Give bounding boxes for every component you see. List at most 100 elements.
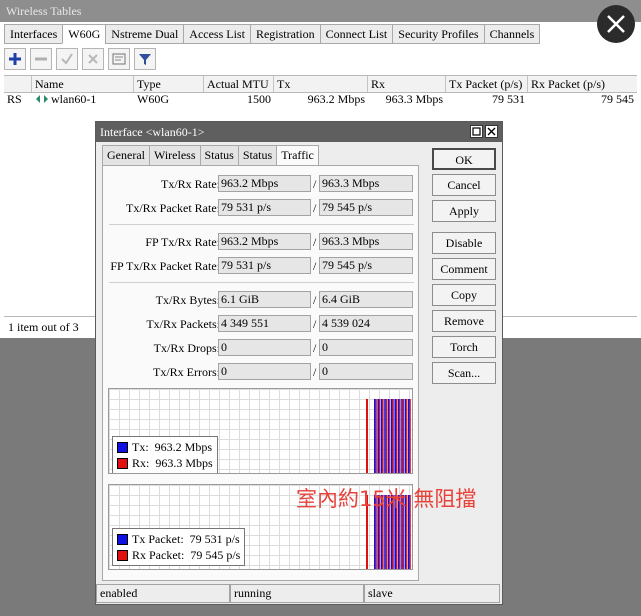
traffic-bar [394, 399, 396, 473]
field-txrx-bytes: Tx/Rx Bytes: 6.1 GiB / 6.4 GiB [103, 291, 420, 309]
tx-value: 4 349 551 [218, 315, 311, 332]
field-fp-txrx-rate: FP Tx/Rx Rate: 963.2 Mbps / 963.3 Mbps [103, 233, 420, 251]
filter-button[interactable] [134, 48, 156, 70]
tab-channels[interactable]: Channels [483, 24, 541, 44]
rx-value: 6.4 GiB [319, 291, 413, 308]
dialog-tab-general[interactable]: General [102, 145, 150, 166]
traffic-bar [397, 399, 400, 473]
copy-button[interactable]: Copy [432, 284, 496, 306]
row-flags: RS [7, 92, 22, 106]
col-name[interactable]: Name [32, 76, 134, 92]
maximize-icon [472, 127, 481, 136]
tx-value: 963.2 Mbps [218, 233, 311, 250]
add-icon [9, 53, 21, 65]
caption-overlay: 室內約15米 無阻擋 [296, 487, 477, 511]
apply-button[interactable]: Apply [432, 200, 496, 222]
tab-security-profiles[interactable]: Security Profiles [392, 24, 485, 44]
dialog-tab-status-2[interactable]: Status [237, 145, 278, 166]
close-overlay-button[interactable] [597, 5, 635, 43]
traffic-bar [374, 399, 376, 473]
tx-value: 0 [218, 363, 311, 380]
dialog-title-bar: Interface <wlan60-1> [96, 122, 502, 142]
tab-nstreme-dual[interactable]: Nstreme Dual [105, 24, 185, 44]
traffic-bar [396, 399, 398, 473]
dialog-close-button[interactable] [485, 125, 498, 138]
traffic-bar [391, 399, 393, 473]
col-mtu[interactable]: Actual MTU [204, 76, 274, 92]
rate-graph-bars [366, 399, 411, 473]
traffic-bar [402, 399, 404, 473]
field-label: Tx/Rx Errors: [153, 365, 220, 379]
col-rx-packet[interactable]: Rx Packet (p/s) [528, 76, 637, 92]
traffic-bar [401, 399, 403, 473]
traffic-bar [379, 399, 381, 473]
toolbar [4, 48, 156, 72]
maximize-button[interactable] [470, 125, 483, 138]
disable-button[interactable]: Disable [432, 232, 496, 254]
tx-value: 79 531 p/s [218, 257, 311, 274]
col-type[interactable]: Type [134, 76, 204, 92]
tab-access-list[interactable]: Access List [183, 24, 251, 44]
interface-icon [36, 95, 48, 103]
row-name-cell: wlan60-1 [32, 91, 134, 107]
add-button[interactable] [4, 48, 26, 70]
scan-button[interactable]: Scan... [432, 362, 496, 384]
traffic-bar [387, 399, 390, 473]
remove-button[interactable]: Remove [432, 310, 496, 332]
col-rx[interactable]: Rx [368, 76, 446, 92]
disable-icon [88, 54, 98, 64]
traffic-bar [384, 399, 386, 473]
field-txrx-packet-rate: Tx/Rx Packet Rate: 79 531 p/s / 79 545 p… [103, 199, 420, 217]
row-tx-packet: 79 531 [492, 92, 525, 106]
row-rx: 963.3 Mbps [385, 92, 443, 106]
ok-button[interactable]: OK [432, 148, 496, 170]
rx-value: 0 [319, 339, 413, 356]
field-label: FP Tx/Rx Rate: [145, 235, 220, 249]
traffic-bar [392, 399, 394, 473]
tab-registration[interactable]: Registration [249, 24, 321, 44]
traffic-bar [366, 399, 368, 473]
col-tx[interactable]: Tx [274, 76, 368, 92]
remove-button[interactable] [30, 48, 52, 70]
rx-value: 4 539 024 [319, 315, 413, 332]
dialog-tab-traffic[interactable]: Traffic [276, 145, 319, 167]
table-row[interactable]: RS wlan60-1 W60G 1500 963.2 Mbps 963.3 M… [4, 91, 637, 107]
rx-value: 79 545 p/s [319, 257, 413, 274]
dialog-tab-status[interactable]: Status [199, 145, 239, 166]
disable-button[interactable] [82, 48, 104, 70]
tx-value: 0 [218, 339, 311, 356]
traffic-bar [389, 399, 391, 473]
field-fp-txrx-packet-rate: FP Tx/Rx Packet Rate: 79 531 p/s / 79 54… [103, 257, 420, 275]
field-label: FP Tx/Rx Packet Rate: [110, 259, 220, 273]
traffic-bar [382, 399, 384, 473]
tab-connect-list[interactable]: Connect List [319, 24, 394, 44]
separator [109, 282, 414, 283]
torch-button[interactable]: Torch [432, 336, 496, 358]
row-name: wlan60-1 [51, 92, 97, 106]
comment-button[interactable] [108, 48, 130, 70]
traffic-panel: Tx/Rx Rate: 963.2 Mbps / 963.3 Mbps Tx/R… [102, 165, 419, 581]
tab-interfaces[interactable]: Interfaces [4, 24, 64, 44]
dialog-tab-wireless[interactable]: Wireless [148, 145, 201, 166]
enable-button[interactable] [56, 48, 78, 70]
field-txrx-errors: Tx/Rx Errors: 0 / 0 [103, 363, 420, 381]
rx-swatch [117, 549, 128, 561]
status-running: running [230, 584, 364, 603]
traffic-bar [385, 399, 387, 473]
tab-bar: Interfaces W60G Nstreme Dual Access List… [4, 24, 541, 44]
traffic-bar [408, 399, 410, 473]
dialog-tabs: General Wireless Status Status Traffic [102, 145, 319, 167]
col-tx-packet[interactable]: Tx Packet (p/s) [446, 76, 528, 92]
status-slave: slave [364, 584, 500, 603]
traffic-bar [399, 399, 401, 473]
traffic-bar [404, 399, 407, 473]
traffic-bar [380, 399, 383, 473]
rate-graph: Tx: 963.2 Mbps Rx: 963.3 Mbps [108, 388, 413, 474]
cancel-button[interactable]: Cancel [432, 174, 496, 196]
separator [109, 224, 414, 225]
enable-icon [61, 53, 73, 65]
col-flags[interactable] [4, 76, 32, 92]
tab-w60g[interactable]: W60G [62, 24, 107, 44]
rate-graph-legend: Tx: 963.2 Mbps Rx: 963.3 Mbps [112, 436, 218, 473]
comment-button[interactable]: Comment [432, 258, 496, 280]
